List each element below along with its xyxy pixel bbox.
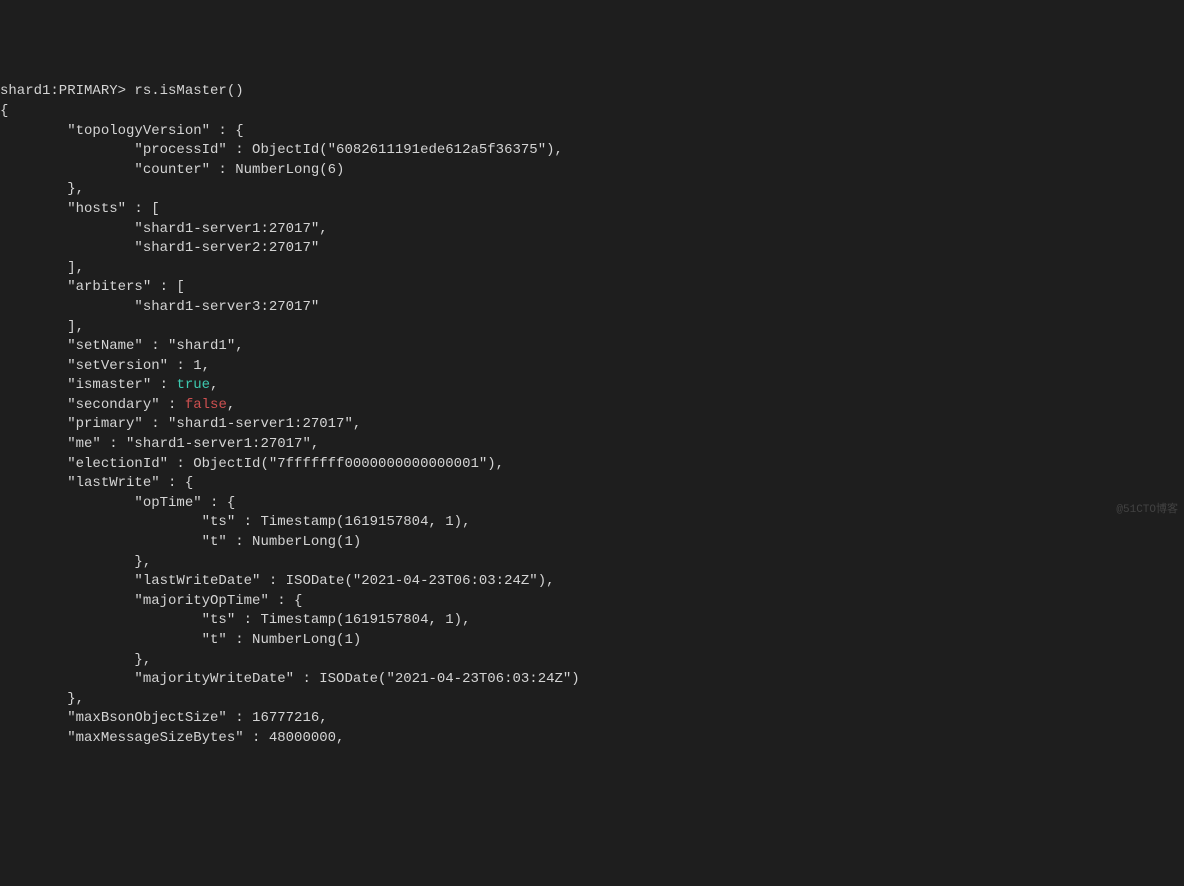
output-line: }, xyxy=(0,181,84,197)
command: rs.isMaster() xyxy=(134,83,243,99)
output-line: "lastWrite" : { xyxy=(0,475,193,491)
output-line: "majorityOpTime" : { xyxy=(0,593,302,609)
output-line: "majorityWriteDate" : ISODate("2021-04-2… xyxy=(0,671,580,687)
output-line: }, xyxy=(0,691,84,707)
output-line: "me" : "shard1-server1:27017", xyxy=(0,436,319,452)
output-line: "ismaster" : true, xyxy=(0,377,218,393)
output-line: "shard1-server1:27017", xyxy=(0,221,328,237)
output-line: "topologyVersion" : { xyxy=(0,123,244,139)
output-line: "setName" : "shard1", xyxy=(0,338,244,354)
output-line: "shard1-server2:27017" xyxy=(0,240,319,256)
output-line: "lastWriteDate" : ISODate("2021-04-23T06… xyxy=(0,573,555,589)
watermark: @51CTO博客 xyxy=(1116,503,1178,518)
output-line: "counter" : NumberLong(6) xyxy=(0,162,344,178)
output-line: "t" : NumberLong(1) xyxy=(0,534,361,550)
output-line: "secondary" : false, xyxy=(0,397,235,413)
output-line: }, xyxy=(0,652,151,668)
output-line: ], xyxy=(0,319,84,335)
output-line: "electionId" : ObjectId("7fffffff0000000… xyxy=(0,456,504,472)
output-line: "maxMessageSizeBytes" : 48000000, xyxy=(0,730,344,746)
false-value: false xyxy=(185,397,227,413)
output-line: "t" : NumberLong(1) xyxy=(0,632,361,648)
output-line: "primary" : "shard1-server1:27017", xyxy=(0,416,361,432)
output-line: "ts" : Timestamp(1619157804, 1), xyxy=(0,612,470,628)
output-line: "setVersion" : 1, xyxy=(0,358,210,374)
terminal-output[interactable]: shard1:PRIMARY> rs.isMaster() { "topolog… xyxy=(0,82,1184,748)
output-line: }, xyxy=(0,554,151,570)
output-line: "arbiters" : [ xyxy=(0,279,185,295)
output-line: "maxBsonObjectSize" : 16777216, xyxy=(0,710,328,726)
true-value: true xyxy=(176,377,210,393)
prompt: shard1:PRIMARY> xyxy=(0,83,134,99)
output-line: "hosts" : [ xyxy=(0,201,160,217)
output-line: { xyxy=(0,103,8,119)
output-line: "shard1-server3:27017" xyxy=(0,299,319,315)
output-line: ], xyxy=(0,260,84,276)
output-line: "opTime" : { xyxy=(0,495,235,511)
output-line: "processId" : ObjectId("6082611191ede612… xyxy=(0,142,563,158)
output-line: "ts" : Timestamp(1619157804, 1), xyxy=(0,514,470,530)
